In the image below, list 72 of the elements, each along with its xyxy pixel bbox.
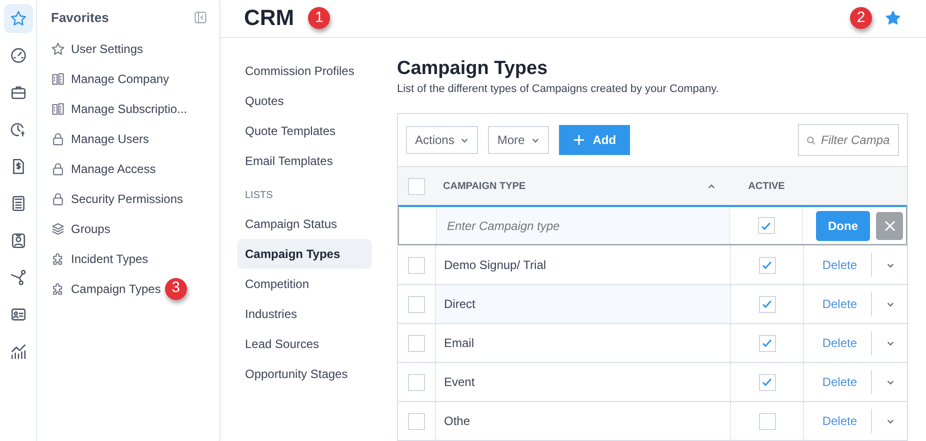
collapse-sidebar-button[interactable] — [193, 10, 207, 25]
callout-marker: 1 — [308, 7, 330, 30]
callout-marker: 2 — [850, 7, 872, 30]
settings-nav-link[interactable]: Campaign Types — [237, 238, 372, 269]
callout-marker: 3 — [164, 278, 187, 300]
settings-nav-link[interactable]: Opportunity Stages — [237, 358, 372, 389]
lock-icon — [51, 162, 65, 176]
column-header: CAMPAIGN TYPE — [443, 180, 526, 194]
row-checkbox[interactable] — [408, 334, 425, 352]
more-dropdown[interactable]: More — [488, 126, 549, 154]
favorite-link[interactable]: Manage Users — [71, 130, 150, 148]
favorite-link[interactable]: Groups — [71, 220, 110, 238]
settings-nav-link[interactable]: Industries — [237, 298, 372, 329]
table-cell-text: Email — [444, 335, 474, 352]
campaign-type-input[interactable]: Enter Campaign type — [445, 216, 729, 236]
settings-nav-link[interactable]: Lead Sources — [237, 328, 372, 359]
favorite-link[interactable]: Campaign Types — [71, 280, 161, 298]
favorite-link[interactable]: User Settings — [71, 40, 144, 58]
table-cell-text: Othe — [444, 413, 470, 430]
active-checkbox[interactable] — [758, 412, 776, 430]
table-cell-text: Demo Signup/ Trial — [444, 257, 546, 274]
active-checkbox[interactable] — [758, 334, 776, 352]
filter-field[interactable]: Filter Campa — [798, 124, 899, 156]
row-checkbox[interactable] — [408, 296, 425, 312]
favorite-star-button[interactable] — [884, 9, 902, 28]
favorite-link[interactable]: Manage Subscriptio... — [71, 100, 188, 118]
campaign-type-field[interactable]: Enter Campaign type — [436, 207, 729, 244]
section-heading: LISTS — [244, 188, 274, 203]
checkmark-icon — [760, 220, 772, 232]
active-checkbox[interactable] — [758, 296, 776, 312]
settings-nav-link[interactable]: Commission Profiles — [237, 56, 372, 86]
settings-nav-link[interactable]: Campaign Status — [237, 208, 372, 239]
settings-nav-link[interactable]: Competition — [237, 268, 372, 299]
row-checkbox[interactable] — [408, 374, 425, 390]
lock-icon — [51, 132, 65, 146]
page-description: List of the different types of Campaigns created by your Company. — [397, 82, 720, 96]
close-button[interactable] — [876, 212, 903, 240]
settings-nav-link[interactable]: Quote Templates — [237, 116, 372, 146]
row-checkbox[interactable] — [408, 256, 425, 274]
favorite-link[interactable]: Incident Types — [71, 250, 148, 268]
active-checkbox[interactable] — [758, 217, 774, 234]
checkmark-icon — [761, 376, 773, 388]
lock-icon — [51, 192, 65, 206]
table-cell-text: Event — [444, 374, 475, 391]
actions-dropdown[interactable]: Actions — [406, 126, 478, 154]
checkmark-icon — [761, 259, 773, 271]
table-cell-text: Direct — [444, 296, 476, 313]
building-icon — [51, 102, 65, 116]
checkmark-icon — [761, 337, 773, 349]
puzzle-icon — [51, 252, 65, 266]
page-header-title: CRM — [244, 5, 294, 32]
page-title: Campaign Types — [397, 58, 549, 80]
layers-icon — [51, 222, 65, 236]
favorite-link[interactable]: Security Permissions — [71, 190, 184, 208]
sort-ascending-icon[interactable] — [707, 182, 716, 190]
search-icon — [806, 134, 816, 146]
star-icon — [51, 42, 65, 56]
building-icon — [51, 72, 65, 86]
puzzle-icon — [51, 282, 65, 296]
checkmark-icon — [761, 298, 773, 310]
row-checkbox[interactable] — [408, 412, 425, 430]
close-icon — [884, 220, 896, 232]
favorite-link[interactable]: Manage Company — [71, 70, 170, 88]
column-header: ACTIVE — [748, 180, 785, 194]
favorites-title: Favorites — [51, 9, 109, 27]
plus-icon — [572, 134, 585, 146]
settings-nav-link[interactable]: Quotes — [237, 86, 372, 116]
active-checkbox[interactable] — [758, 256, 776, 274]
favorite-link[interactable]: Manage Access — [71, 160, 156, 178]
settings-nav-link[interactable]: Email Templates — [237, 146, 372, 176]
active-checkbox[interactable] — [758, 374, 776, 390]
select-all-checkbox[interactable] — [408, 178, 425, 194]
